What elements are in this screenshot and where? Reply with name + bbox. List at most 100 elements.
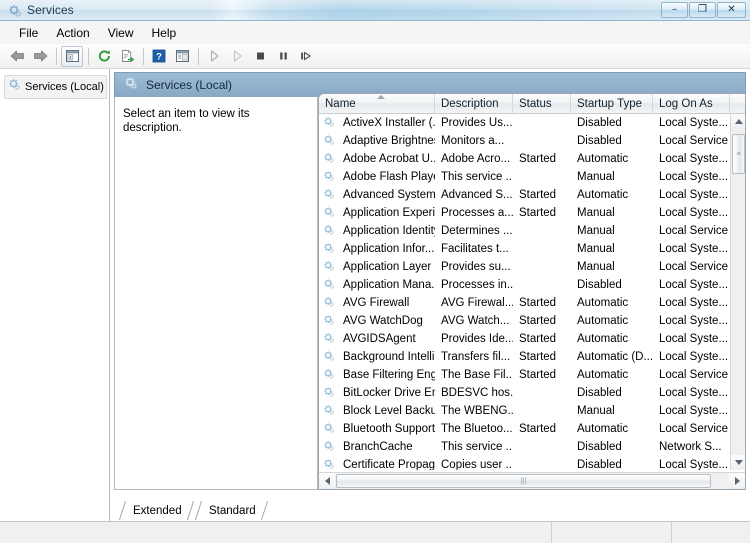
pause-service-button[interactable] xyxy=(272,46,294,67)
scroll-up-button[interactable] xyxy=(731,114,745,129)
service-row[interactable]: Application Layer ... Provides su... Manua… xyxy=(319,258,730,276)
tab-extended-label: Extended xyxy=(133,504,182,517)
horizontal-scrollbar[interactable]: ||| xyxy=(319,472,745,489)
chevron-up-icon xyxy=(734,119,743,124)
service-row[interactable]: Adaptive Brightness Monitors a... Disabled… xyxy=(319,132,730,150)
tab-standard[interactable]: Standard xyxy=(194,501,268,520)
horizontal-scroll-thumb[interactable]: ||| xyxy=(336,474,711,488)
grip-icon: ||| xyxy=(520,477,527,485)
show-action-pane-button[interactable] xyxy=(171,46,193,67)
cell-status: Started xyxy=(519,423,557,435)
column-header-description[interactable]: Description xyxy=(435,94,513,113)
close-button[interactable]: ✕ xyxy=(717,2,746,18)
cell-startup: Disabled xyxy=(577,459,622,470)
cell-startup: Disabled xyxy=(577,441,622,453)
status-bar xyxy=(0,521,750,543)
service-row[interactable]: AVG WatchDog AVG Watch... Started Automatic… xyxy=(319,312,730,330)
scroll-down-button[interactable] xyxy=(731,455,745,470)
service-row[interactable]: Application Experi... Processes a... Start… xyxy=(319,204,730,222)
services-gear-icon xyxy=(8,78,21,96)
tab-extended[interactable]: Extended xyxy=(118,501,194,520)
service-row[interactable]: Adobe Flash Playe... This service ... Manu… xyxy=(319,168,730,186)
service-row[interactable]: Bluetooth Support... The Bluetoo... Starte… xyxy=(319,420,730,438)
cell-text: Advanced System... xyxy=(343,189,435,201)
list-header: Name Description Status Startup Type Log On … xyxy=(319,94,745,114)
service-row[interactable]: Base Filtering Engi... The Base Fil... Sta… xyxy=(319,366,730,384)
back-button[interactable] xyxy=(6,46,28,67)
status-segment-divider-1 xyxy=(551,522,552,543)
service-row[interactable]: Application Identity Determines ... Manual… xyxy=(319,222,730,240)
maximize-icon: ❐ xyxy=(698,4,707,15)
service-row[interactable]: ActiveX Installer (... Provides Us... Disa… xyxy=(319,114,730,132)
cell-logon: Local Syste... xyxy=(659,297,729,309)
service-row[interactable]: Block Level Backu... The WBENG... Manual Lo… xyxy=(319,402,730,420)
cell-description: AVG Watch... xyxy=(441,315,510,327)
service-row[interactable]: AVGIDSAgent Provides Ide... Started Automat… xyxy=(319,330,730,348)
menu-file[interactable]: File xyxy=(10,24,47,42)
grip-icon: ≡ xyxy=(736,150,741,158)
cell-logon: Network S... xyxy=(659,441,722,453)
service-gear-icon xyxy=(323,134,339,149)
cell-logon: Local Syste... xyxy=(659,459,729,470)
toolbar-separator-3 xyxy=(143,47,144,65)
tree-item-services-local[interactable]: Services (Local) xyxy=(4,75,107,99)
cell-logon: Local Service xyxy=(659,369,729,381)
minimize-button[interactable]: – xyxy=(661,2,688,18)
service-row[interactable]: Adobe Acrobat U... Adobe Acro... Started Au… xyxy=(319,150,730,168)
cell-description: Processes a... xyxy=(441,207,513,219)
service-row[interactable]: Application Infor... Facilitates t... Manu… xyxy=(319,240,730,258)
cell-startup: Automatic xyxy=(577,423,629,435)
description-text: Select an item to view its description. xyxy=(123,108,250,134)
service-row[interactable]: BranchCache This service ... Disabled Netwo… xyxy=(319,438,730,456)
resume-service-button[interactable] xyxy=(226,46,248,67)
cell-logon: Local Syste... xyxy=(659,351,729,363)
cell-description: Monitors a... xyxy=(441,135,505,147)
restart-service-button[interactable] xyxy=(295,46,317,67)
cell-startup: Disabled xyxy=(577,135,622,147)
column-header-log-on-as[interactable]: Log On As xyxy=(653,94,730,113)
services-list: Name Description Status Startup Type Log On … xyxy=(318,93,746,490)
cell-text: ActiveX Installer (... xyxy=(343,117,435,129)
vertical-scroll-thumb[interactable]: ≡ xyxy=(732,134,745,174)
column-header-name[interactable]: Name xyxy=(319,94,435,113)
service-row[interactable]: Application Mana... Processes in... Disabl… xyxy=(319,276,730,294)
minimize-icon: – xyxy=(672,4,677,15)
cell-description: This service ... xyxy=(441,171,513,183)
column-header-label: Name xyxy=(325,97,356,110)
maximize-button[interactable]: ❐ xyxy=(689,2,716,18)
menu-help[interactable]: Help xyxy=(143,24,186,42)
cell-name: Base Filtering Engi... xyxy=(319,368,435,383)
cell-text: Base Filtering Engi... xyxy=(343,369,435,381)
cell-startup: Manual xyxy=(577,171,615,183)
status-segment-divider-2 xyxy=(671,522,672,543)
column-header-startup-type[interactable]: Startup Type xyxy=(571,94,653,113)
column-header-status[interactable]: Status xyxy=(513,94,571,113)
cell-logon: Local Syste... xyxy=(659,117,729,129)
scroll-right-button[interactable] xyxy=(729,473,745,489)
start-service-button[interactable] xyxy=(203,46,225,67)
vertical-scrollbar[interactable]: ≡ xyxy=(730,114,745,470)
cell-description: Advanced S... xyxy=(441,189,513,201)
cell-name: Application Layer ... xyxy=(319,260,435,275)
service-gear-icon xyxy=(323,422,339,437)
help-button[interactable]: ? xyxy=(148,46,170,67)
export-list-button[interactable] xyxy=(116,46,138,67)
service-row[interactable]: BitLocker Drive En... BDESVC hos... Disabl… xyxy=(319,384,730,402)
menu-view[interactable]: View xyxy=(99,24,143,42)
scroll-left-button[interactable] xyxy=(319,473,335,489)
chevron-right-icon xyxy=(734,477,740,485)
service-row[interactable]: Advanced System... Advanced S... Started Au… xyxy=(319,186,730,204)
service-row[interactable]: AVG Firewall AVG Firewal... Started Automat… xyxy=(319,294,730,312)
cell-logon: Local Syste... xyxy=(659,243,729,255)
service-row[interactable]: Background Intelli... Transfers fil... Sta… xyxy=(319,348,730,366)
cell-description: This service ... xyxy=(441,441,513,453)
show-console-tree-button[interactable]: 4 xyxy=(61,45,83,67)
cell-name: Adobe Flash Playe... xyxy=(319,170,435,185)
forward-button[interactable] xyxy=(29,46,51,67)
stop-service-button[interactable] xyxy=(249,46,271,67)
refresh-button[interactable] xyxy=(93,46,115,67)
service-row[interactable]: Certificate Propag... Copies user ... Disa… xyxy=(319,456,730,470)
cell-logon: Local Syste... xyxy=(659,333,729,345)
cell-text: Background Intelli... xyxy=(343,351,435,363)
menu-action[interactable]: Action xyxy=(47,24,98,42)
